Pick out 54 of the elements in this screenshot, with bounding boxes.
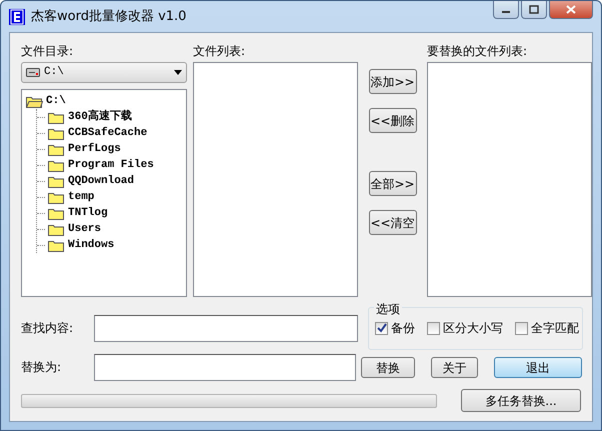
checkbox-label: 区分大小写	[443, 320, 503, 337]
caret-icon	[174, 70, 182, 75]
folder-icon	[48, 238, 65, 252]
tree-item[interactable]: temp	[37, 189, 182, 205]
tree-item[interactable]: QQDownload	[37, 173, 182, 189]
file-list-label: 文件列表:	[193, 43, 246, 60]
action-button[interactable]: 替换	[361, 357, 415, 378]
folder-icon	[48, 190, 65, 204]
window-title: 杰客word批量修改器 v1.0	[31, 8, 186, 26]
folder-icon	[48, 142, 65, 156]
folder-icon	[48, 174, 65, 188]
tree-item[interactable]: Windows	[37, 237, 182, 253]
drive-dropdown[interactable]: C:\	[21, 62, 187, 83]
multi-replace-button[interactable]: 多任务替换...	[461, 389, 581, 412]
checkbox[interactable]	[515, 322, 528, 334]
folder-icon	[48, 126, 65, 140]
replace-field[interactable]	[94, 354, 356, 381]
replace-label: 替换为:	[21, 358, 62, 376]
checkbox[interactable]	[427, 322, 440, 334]
folder-icon	[48, 222, 65, 236]
find-field[interactable]	[94, 315, 358, 342]
close-button[interactable]	[549, 1, 593, 19]
tree-item[interactable]: C:\	[26, 93, 182, 109]
target-list-label: 要替换的文件列表:	[427, 43, 528, 60]
checkbox-label: 备份	[391, 320, 415, 337]
action-button[interactable]: 关于	[431, 357, 478, 378]
file-list[interactable]	[193, 62, 358, 297]
transfer-button[interactable]: <<清空	[368, 210, 416, 235]
options-title: 选项	[374, 300, 402, 318]
maximize-icon	[529, 5, 539, 14]
transfer-button[interactable]: <<删除	[368, 108, 416, 133]
folder-icon	[48, 206, 65, 220]
drive-icon	[26, 68, 40, 77]
open-folder-icon	[26, 94, 43, 108]
app-icon	[9, 8, 25, 24]
directory-label: 文件目录:	[21, 43, 74, 60]
tree-item[interactable]: Users	[37, 221, 182, 237]
maximize-button[interactable]	[521, 1, 547, 19]
transfer-button[interactable]: 全部>>	[368, 171, 416, 196]
checkbox[interactable]	[375, 322, 388, 334]
tree-item[interactable]: 360高速下载	[37, 109, 182, 125]
target-file-list[interactable]	[427, 62, 592, 297]
folder-icon	[48, 158, 65, 172]
tree-item[interactable]: TNTlog	[37, 205, 182, 221]
action-button[interactable]: 退出	[494, 357, 582, 378]
folder-icon	[48, 110, 65, 124]
tree-item[interactable]: CCBSafeCache	[37, 125, 182, 141]
find-label: 查找内容:	[21, 320, 74, 336]
tree-item[interactable]: PerfLogs	[37, 141, 182, 157]
minimize-button[interactable]	[493, 1, 519, 19]
close-icon	[566, 5, 576, 14]
transfer-button[interactable]: 添加>>	[368, 69, 416, 94]
checkbox-label: 全字匹配	[531, 320, 579, 337]
tree-item[interactable]: Program Files	[37, 157, 182, 173]
